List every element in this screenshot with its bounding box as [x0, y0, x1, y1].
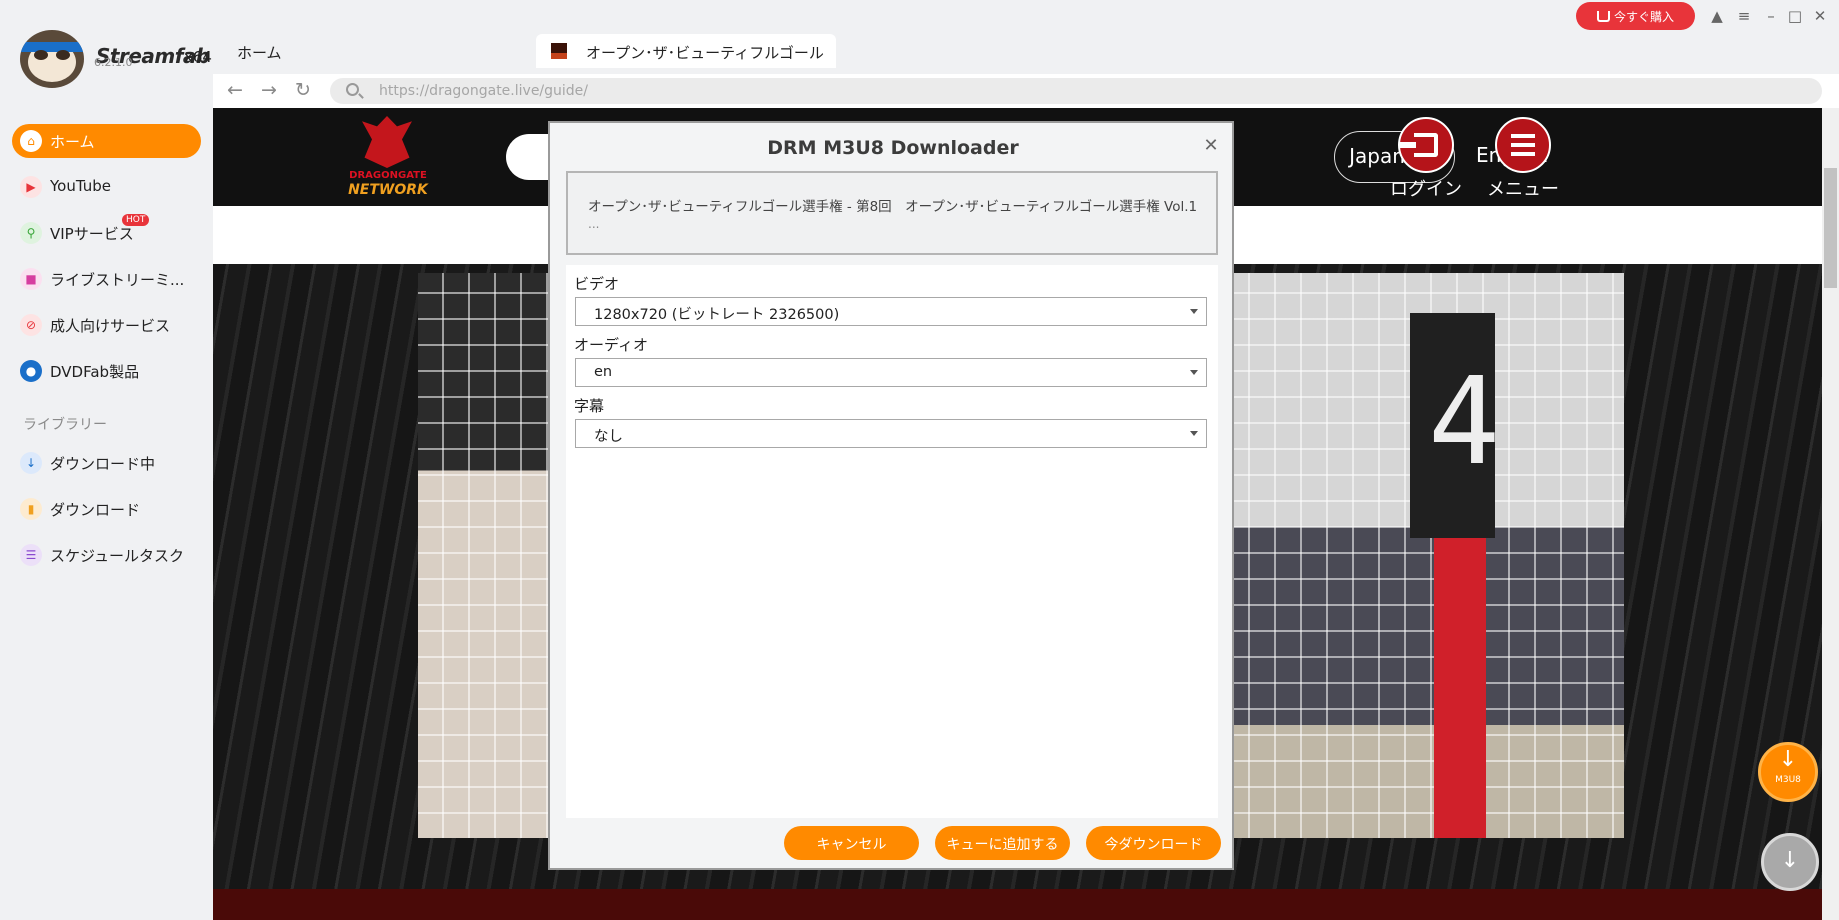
download-now-button[interactable]: 今ダウンロード	[1086, 826, 1221, 860]
audio-label: オーディオ	[574, 336, 648, 354]
menu-button[interactable]	[1495, 117, 1551, 173]
app-version: 6.2.1.0	[94, 56, 133, 69]
site-favicon-icon	[550, 42, 568, 60]
login-icon	[1400, 133, 1438, 157]
buy-now-button[interactable]: 今すぐ購入	[1576, 2, 1695, 30]
download-float-button[interactable]: ↓	[1761, 833, 1819, 891]
reload-icon[interactable]: ↻	[292, 79, 314, 101]
sloth-logo-icon	[20, 30, 84, 88]
tab-home[interactable]: ホーム	[237, 34, 527, 68]
logo-line1: DRAGONGATE	[349, 170, 427, 181]
m3u8-download-button[interactable]: ↓ M3U8	[1758, 742, 1818, 802]
sidebar-item-adult[interactable]: ⊘ 成人向けサービス	[12, 308, 201, 342]
sidebar-item-label: VIPサービス	[50, 225, 134, 243]
address-url: https://dragongate.live/guide/	[379, 83, 589, 99]
logo-line2: NETWORK	[348, 182, 428, 198]
settings-menu-icon[interactable]: ≡	[1734, 6, 1754, 26]
login-button[interactable]	[1398, 117, 1454, 173]
maximize-icon[interactable]: □	[1785, 6, 1805, 26]
key-icon: ⚲	[20, 222, 42, 244]
close-icon[interactable]: ✕	[1810, 6, 1830, 26]
browser-nav-bar: ← → ↻ https://dragongate.live/guide/	[213, 74, 1839, 108]
scrollbar-thumb[interactable]	[1824, 168, 1837, 288]
audio-select[interactable]: en	[575, 358, 1207, 387]
sidebar-item-schedule[interactable]: ☰ スケジュールタスク	[12, 538, 201, 572]
footer-band	[213, 889, 1822, 920]
video-select[interactable]: 1280x720 (ビットレート 2326500)	[575, 297, 1207, 326]
subtitle-select-value: なし	[594, 429, 623, 445]
tab-video-page[interactable]: オープン･ザ･ビューティフルゴール	[536, 34, 836, 68]
video-title-box: オープン･ザ･ビューティフルゴール選手権 - 第8回 オープン･ザ･ビューティフ…	[566, 171, 1218, 255]
skin-icon[interactable]: ▲	[1707, 6, 1727, 26]
download-icon: ↓	[20, 452, 42, 474]
back-arrow-icon[interactable]: ←	[224, 79, 246, 101]
chevron-down-icon	[1190, 370, 1198, 375]
hamburger-icon	[1511, 134, 1535, 156]
tab-video-label: オープン･ザ･ビューティフルゴール	[586, 44, 824, 62]
sidebar-item-label: ダウンロード中	[50, 455, 156, 473]
adult-icon: ⊘	[20, 314, 42, 336]
minimize-icon[interactable]: –	[1761, 6, 1781, 26]
app-logo: Streamfab x64 6.2.1.0	[20, 30, 212, 90]
sidebar-item-live-streaming[interactable]: ■ ライブストリーミ...	[12, 262, 201, 296]
sidebar-item-label: YouTube	[50, 177, 111, 195]
subtitle-label: 字幕	[574, 397, 605, 415]
cancel-button[interactable]: キャンセル	[784, 826, 919, 860]
sidebar-item-downloading[interactable]: ↓ ダウンロード中	[12, 446, 201, 480]
add-to-queue-button[interactable]: キューに追加する	[935, 826, 1070, 860]
sidebar-item-youtube[interactable]: ▶ YouTube	[12, 170, 201, 204]
hot-badge: HOT	[122, 214, 150, 226]
page-scrollbar[interactable]	[1822, 108, 1839, 920]
sidebar-item-label: 成人向けサービス	[50, 317, 171, 335]
download-arrow-icon: ↓	[1778, 747, 1798, 772]
forward-arrow-icon[interactable]: →	[258, 79, 280, 101]
app-arch: x64	[184, 48, 212, 66]
sidebar-item-label: DVDFab製品	[50, 363, 140, 381]
schedule-icon: ☰	[20, 544, 42, 566]
sidebar-item-label: ホーム	[50, 133, 95, 151]
sign-number: 4	[1428, 353, 1501, 492]
camera-icon: ■	[20, 268, 42, 290]
youtube-icon: ▶	[20, 176, 42, 198]
m3u8-label: M3U8	[1775, 775, 1801, 785]
subtitle-select[interactable]: なし	[575, 419, 1207, 448]
sidebar-item-downloaded[interactable]: ▮ ダウンロード	[12, 492, 201, 526]
dialog-title: DRM M3U8 Downloader	[767, 137, 1019, 159]
audio-select-value: en	[594, 364, 613, 380]
menu-label: メニュー	[1487, 179, 1559, 200]
video-title-text: オープン･ザ･ビューティフルゴール選手権 - 第8回 オープン･ザ･ビューティフ…	[588, 199, 1198, 215]
folder-icon: ▮	[20, 498, 42, 520]
dragon-icon	[362, 116, 412, 168]
chevron-down-icon	[1190, 431, 1198, 436]
address-bar[interactable]: https://dragongate.live/guide/	[330, 78, 1822, 104]
sidebar-item-dvdfab[interactable]: ● DVDFab製品	[12, 354, 201, 388]
sidebar-item-vip[interactable]: ⚲ VIPサービス HOT	[12, 214, 201, 250]
dialog-close-icon[interactable]: ✕	[1200, 135, 1222, 157]
download-arrow-icon: ↓	[1780, 848, 1800, 873]
video-title-ellipsis: ...	[588, 217, 600, 231]
buy-now-label: 今すぐ購入	[1613, 10, 1674, 24]
home-icon: ⌂	[20, 130, 42, 152]
dialog-options: ビデオ 1280x720 (ビットレート 2326500) オーディオ en 字…	[566, 265, 1218, 818]
sidebar-item-label: ライブストリーミ...	[50, 271, 185, 289]
sidebar: ⌂ ホーム ▶ YouTube ⚲ VIPサービス HOT ■ ライブストリーミ…	[0, 112, 213, 920]
sidebar-item-home[interactable]: ⌂ ホーム	[12, 124, 201, 158]
chevron-down-icon	[1190, 309, 1198, 314]
red-pole	[1434, 538, 1486, 838]
login-label: ログイン	[1390, 179, 1462, 200]
search-icon	[346, 83, 359, 96]
cart-icon	[1596, 11, 1610, 22]
dvdfab-icon: ●	[20, 360, 42, 382]
title-bar: Streamfab x64 6.2.1.0 ホーム オープン･ザ･ビューティフル…	[0, 0, 1839, 88]
tab-home-label: ホーム	[237, 44, 282, 62]
drm-m3u8-dialog: DRM M3U8 Downloader ✕ オープン･ザ･ビューティフルゴール選…	[548, 121, 1234, 870]
dragongate-logo[interactable]: DRAGONGATE NETWORK	[336, 116, 440, 202]
library-heading: ライブラリー	[23, 417, 107, 433]
video-label: ビデオ	[574, 275, 620, 293]
sidebar-item-label: スケジュールタスク	[50, 547, 184, 565]
video-select-value: 1280x720 (ビットレート 2326500)	[594, 307, 840, 323]
sidebar-item-label: ダウンロード	[50, 501, 141, 519]
